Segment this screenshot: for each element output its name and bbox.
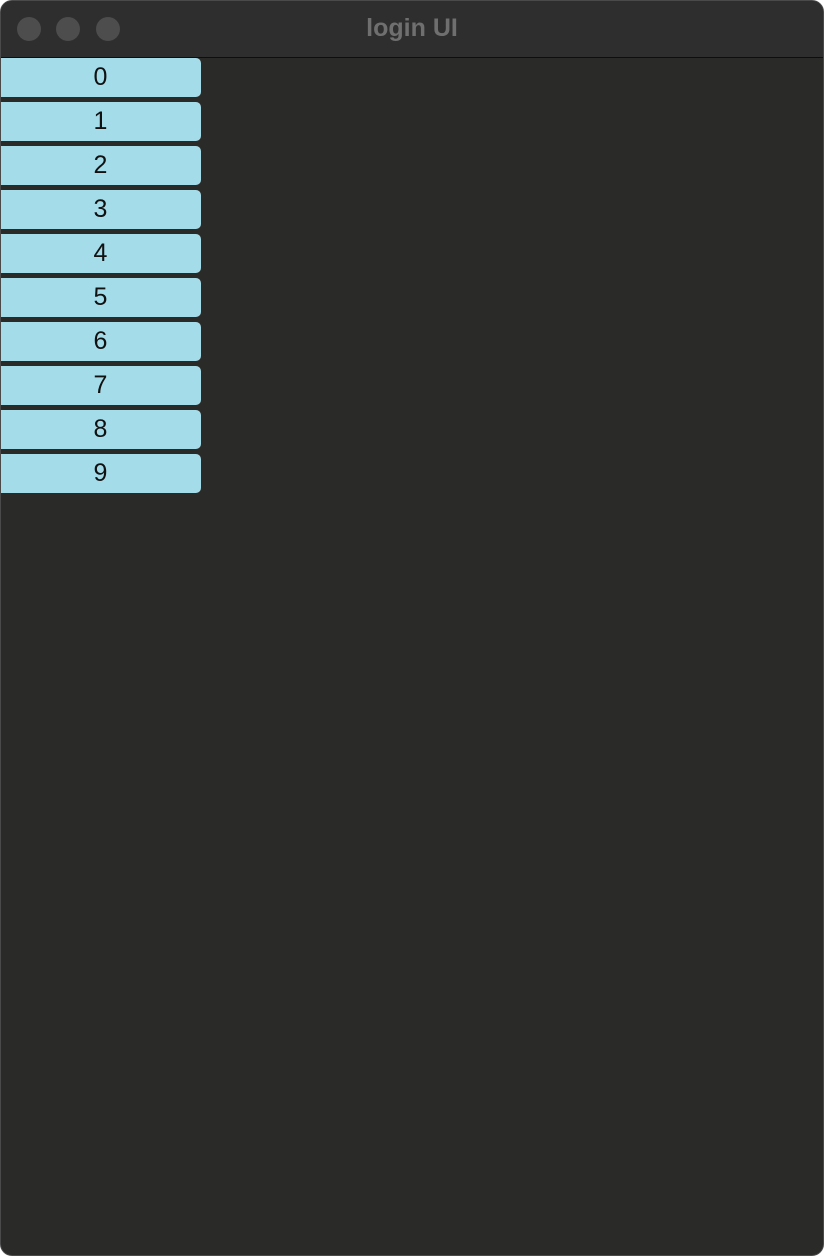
digit-button-list: 0 1 2 3 4 5 6 7 8 9 (1, 58, 202, 498)
app-window: login UI 0 1 2 3 4 5 6 7 8 9 (0, 0, 824, 1256)
window-title: login UI (366, 14, 458, 42)
digit-button-1[interactable]: 1 (1, 102, 201, 141)
digit-button-0[interactable]: 0 (1, 58, 201, 97)
window-content: 0 1 2 3 4 5 6 7 8 9 (1, 58, 823, 1255)
digit-button-8[interactable]: 8 (1, 410, 201, 449)
digit-button-2[interactable]: 2 (1, 146, 201, 185)
title-bar: login UI (1, 1, 823, 58)
digit-button-4[interactable]: 4 (1, 234, 201, 273)
digit-button-3[interactable]: 3 (1, 190, 201, 229)
digit-button-9[interactable]: 9 (1, 454, 201, 493)
digit-button-6[interactable]: 6 (1, 322, 201, 361)
digit-button-5[interactable]: 5 (1, 278, 201, 317)
digit-button-7[interactable]: 7 (1, 366, 201, 405)
